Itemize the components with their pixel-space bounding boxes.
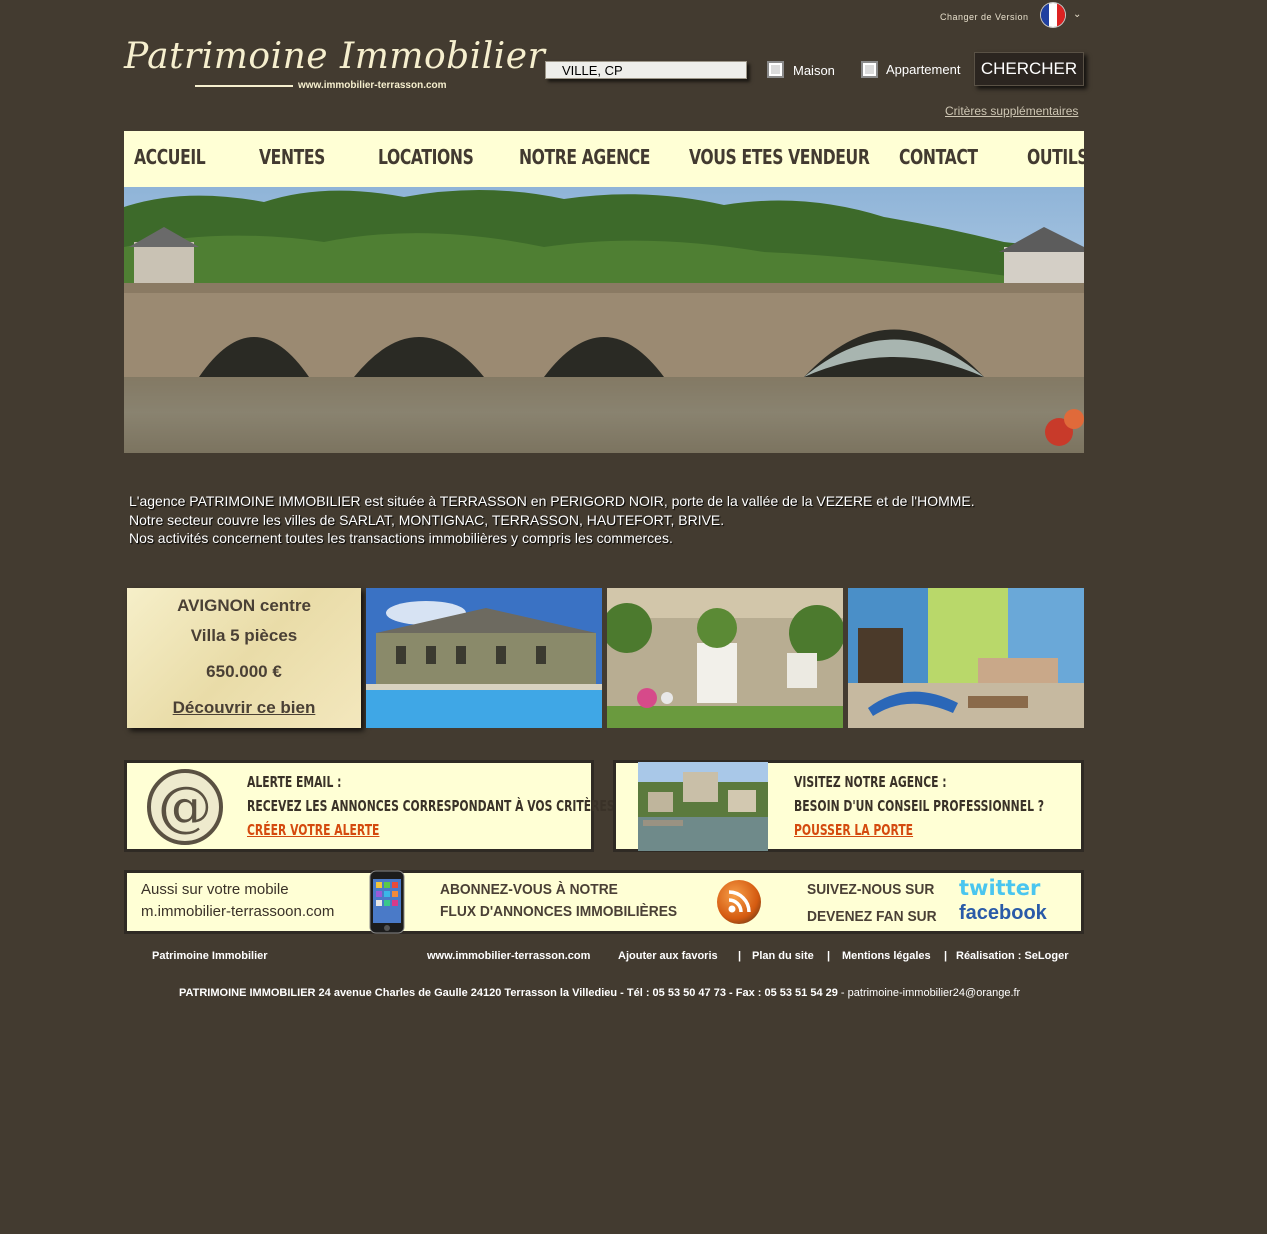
- footer-address: PATRIMOINE IMMOBILIER 24 avenue Charles …: [179, 987, 1021, 999]
- footer-email-link[interactable]: patrimoine-immobilier24@orange.fr: [848, 987, 1021, 999]
- footer-address-text: PATRIMOINE IMMOBILIER 24 avenue Charles …: [179, 987, 838, 999]
- twitter-text: SUIVEZ-NOUS SUR: [807, 881, 935, 898]
- extra-criteria-link[interactable]: Critères supplémentaires: [945, 104, 1078, 118]
- chevron-down-icon[interactable]: ⌄: [1073, 9, 1081, 20]
- property-photo-manor-pool[interactable]: [366, 588, 602, 728]
- main-nav: ACCUEIL VENTES LOCATIONS NOTRE AGENCE VO…: [124, 131, 1089, 187]
- rss-line-1: ABONNEZ-VOUS À NOTRE: [440, 881, 618, 898]
- property-photo-living-room[interactable]: [848, 588, 1084, 728]
- maison-checkbox[interactable]: [767, 61, 784, 78]
- france-flag-icon[interactable]: [1041, 3, 1065, 27]
- property-photo-stone-house[interactable]: [607, 588, 843, 728]
- facebook-logo[interactable]: facebook: [959, 902, 1047, 925]
- search-button[interactable]: CHERCHER: [974, 52, 1084, 86]
- agency-town-photo: [638, 762, 768, 851]
- footer-sitemap-link[interactable]: Plan du site: [752, 950, 814, 962]
- email-at-icon: @: [145, 767, 225, 847]
- featured-property-card[interactable]: AVIGNON centre Villa 5 pièces 650.000 € …: [127, 588, 361, 728]
- nav-vous-etes-vendeur[interactable]: VOUS ETES VENDEUR: [689, 145, 870, 169]
- visit-agency-box: VISITEZ NOTRE AGENCE : BESOIN D'UN CONSE…: [613, 760, 1084, 852]
- agency-title: VISITEZ NOTRE AGENCE :: [794, 773, 947, 791]
- create-alert-link[interactable]: CRÉER VOTRE ALERTE: [247, 821, 379, 839]
- twitter-logo[interactable]: twitter: [959, 876, 1040, 900]
- mobile-site-link[interactable]: m.immobilier-terrassoon.com: [141, 903, 334, 920]
- nav-contact[interactable]: CONTACT: [899, 145, 978, 169]
- social-banner: Aussi sur votre mobile m.immobilier-terr…: [124, 870, 1084, 934]
- hero-banner-bridge: [124, 187, 1084, 453]
- intro-line-1: L'agence PATRIMOINE IMMOBILIER est situé…: [129, 493, 975, 509]
- nav-locations[interactable]: LOCATIONS: [378, 145, 474, 169]
- intro-line-2: Notre secteur couvre les villes de SARLA…: [129, 512, 725, 528]
- featured-link[interactable]: Découvrir ce bien: [127, 698, 361, 718]
- footer-separator: |: [738, 950, 742, 962]
- featured-city: AVIGNON centre: [177, 596, 311, 615]
- footer-favorites-link[interactable]: Ajouter aux favoris: [618, 950, 718, 962]
- footer-legal-link[interactable]: Mentions légales: [842, 950, 931, 962]
- mobile-phone-icon: [369, 870, 405, 934]
- footer-credit-link[interactable]: Réalisation : SeLoger: [956, 950, 1068, 962]
- footer-separator: |: [944, 950, 948, 962]
- nav-outils[interactable]: OUTILS: [1027, 145, 1089, 169]
- nav-accueil[interactable]: ACCUEIL: [134, 145, 206, 169]
- rss-line-2: FLUX D'ANNONCES IMMOBILIÈRES: [440, 903, 678, 920]
- maison-label: Maison: [793, 63, 835, 78]
- footer-separator: |: [827, 950, 831, 962]
- alert-text: RECEVEZ LES ANNONCES CORRESPONDANT À VOS…: [247, 797, 615, 815]
- svg-text:@: @: [158, 775, 212, 838]
- featured-type: Villa 5 pièces: [190, 626, 298, 645]
- logo-url: www.immobilier-terrasson.com: [298, 80, 447, 91]
- nav-ventes[interactable]: VENTES: [259, 145, 325, 169]
- city-search-input[interactable]: VILLE, CP: [545, 61, 747, 79]
- logo-underline: [195, 85, 293, 87]
- push-door-link[interactable]: POUSSER LA PORTE: [794, 821, 913, 839]
- appartement-checkbox[interactable]: [861, 61, 878, 78]
- site-logo[interactable]: Patrimoine Immobilier: [124, 36, 545, 77]
- rss-icon[interactable]: [717, 880, 761, 924]
- alert-title: ALERTE EMAIL :: [247, 773, 342, 791]
- appartement-label: Appartement: [886, 62, 961, 77]
- intro-line-3: Nos activités concernent toutes les tran…: [129, 530, 673, 546]
- change-version-link[interactable]: Changer de Version: [940, 12, 1029, 22]
- footer-brand[interactable]: Patrimoine Immobilier: [152, 950, 268, 962]
- featured-price: 650.000 €: [206, 662, 282, 681]
- nav-notre-agence[interactable]: NOTRE AGENCE: [519, 145, 650, 169]
- agency-text: BESOIN D'UN CONSEIL PROFESSIONNEL ?: [794, 797, 1044, 815]
- footer-site-link[interactable]: www.immobilier-terrasson.com: [427, 950, 590, 962]
- mobile-line-1: Aussi sur votre mobile: [141, 881, 289, 898]
- facebook-text: DEVENEZ FAN SUR: [807, 908, 937, 925]
- email-alert-box: @ ALERTE EMAIL : RECEVEZ LES ANNONCES CO…: [124, 760, 615, 852]
